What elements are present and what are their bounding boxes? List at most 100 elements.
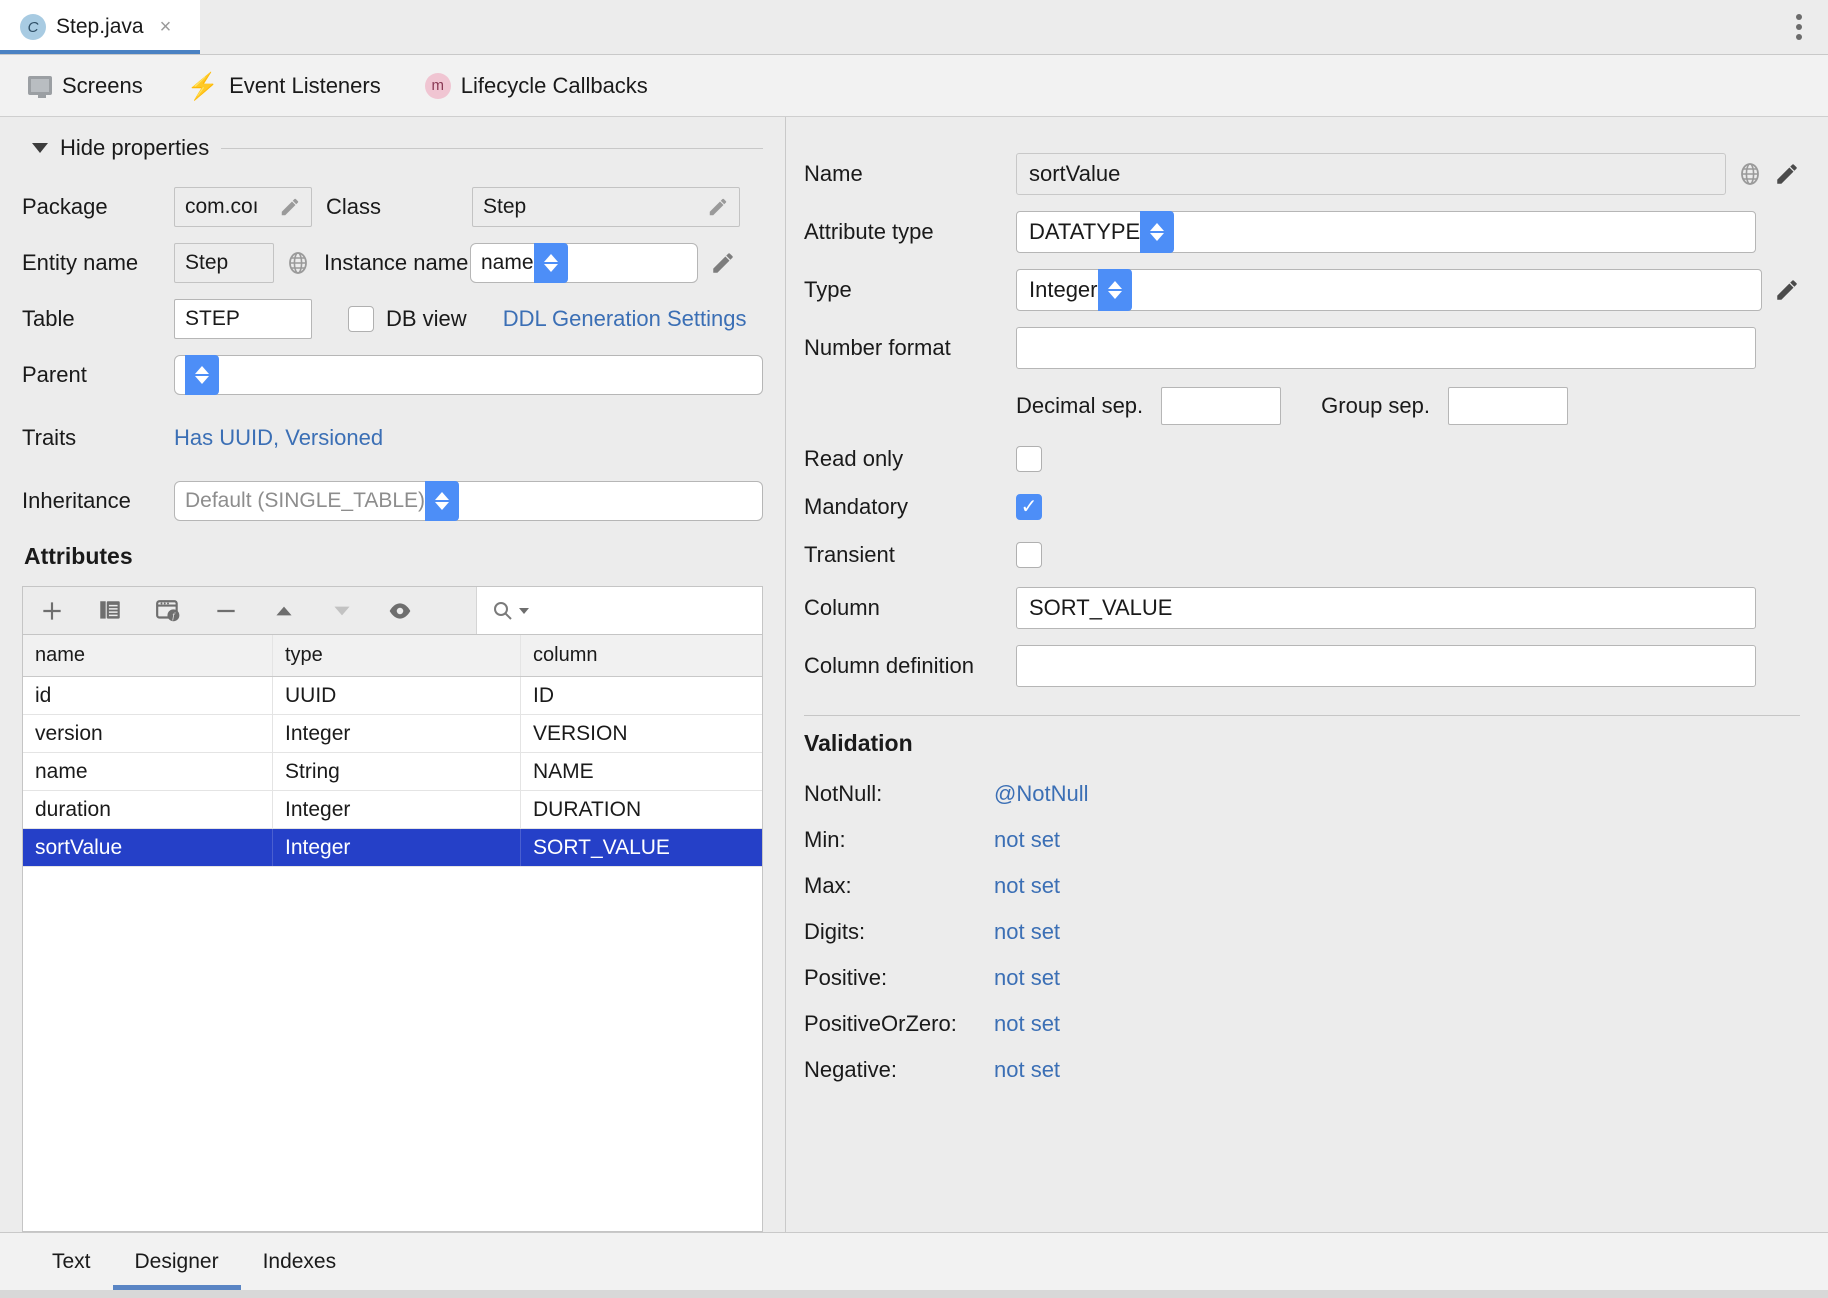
parent-field[interactable]: [174, 355, 763, 395]
remove-attribute-button[interactable]: [209, 594, 243, 628]
hide-properties-header[interactable]: Hide properties: [32, 135, 763, 161]
entity-name-field[interactable]: Step: [174, 243, 274, 283]
table-row[interactable]: duration Integer DURATION: [23, 791, 762, 829]
preview-button[interactable]: [383, 594, 417, 628]
column-definition-field[interactable]: [1016, 645, 1756, 687]
instance-name-label: Instance name: [310, 250, 470, 276]
inheritance-label: Inheritance: [22, 488, 174, 514]
type-field[interactable]: Integer: [1016, 269, 1762, 311]
positiveorzero-value[interactable]: not set: [994, 1011, 1060, 1037]
name-field[interactable]: sortValue: [1016, 153, 1726, 195]
cell-name: id: [23, 677, 273, 714]
more-vertical-icon[interactable]: [1788, 6, 1810, 48]
pencil-icon[interactable]: [1774, 161, 1800, 187]
close-icon[interactable]: ×: [160, 17, 172, 37]
move-down-button[interactable]: [325, 594, 359, 628]
package-label: Package: [22, 194, 174, 220]
db-view-checkbox[interactable]: [348, 306, 374, 332]
instance-name-spinner[interactable]: [534, 243, 568, 283]
row-number-format: Number format: [804, 319, 1800, 377]
toolbar-item-lifecycle-callbacks[interactable]: m Lifecycle Callbacks: [425, 73, 648, 99]
attributes-toolbar: f: [22, 586, 763, 634]
transient-checkbox[interactable]: [1016, 542, 1042, 568]
traits-value[interactable]: Has UUID, Versioned: [174, 425, 383, 451]
copy-attribute-button[interactable]: [93, 594, 127, 628]
row-type: Type Integer: [804, 261, 1800, 319]
validation-row-max: Max: not set: [804, 863, 1800, 909]
globe-icon[interactable]: [286, 251, 310, 275]
cell-type: Integer: [273, 715, 521, 752]
column-header-name[interactable]: name: [23, 635, 273, 676]
table-row[interactable]: name String NAME: [23, 753, 762, 791]
cell-type: String: [273, 753, 521, 790]
number-format-label: Number format: [804, 335, 1016, 361]
max-label: Max:: [804, 873, 994, 899]
tab-text[interactable]: Text: [30, 1233, 113, 1290]
table-field[interactable]: STEP: [174, 299, 312, 339]
pencil-icon[interactable]: [279, 196, 301, 218]
table-row-selected[interactable]: sortValue Integer SORT_VALUE: [23, 829, 762, 867]
column-header-column[interactable]: column: [521, 635, 762, 676]
generate-attribute-button[interactable]: f: [151, 594, 185, 628]
negative-value[interactable]: not set: [994, 1057, 1060, 1083]
tab-indexes[interactable]: Indexes: [241, 1233, 359, 1290]
min-value[interactable]: not set: [994, 827, 1060, 853]
inheritance-field[interactable]: Default (SINGLE_TABLE): [174, 481, 763, 521]
pencil-icon[interactable]: [1774, 277, 1800, 303]
move-up-button[interactable]: [267, 594, 301, 628]
decimal-sep-field[interactable]: [1161, 387, 1281, 425]
chevron-down-icon[interactable]: [518, 605, 530, 617]
search-icon: [491, 599, 515, 623]
package-field[interactable]: com.coı: [174, 187, 312, 227]
db-view-label: DB view: [386, 306, 467, 332]
toolbar-item-lifecycle-callbacks-label: Lifecycle Callbacks: [461, 73, 648, 99]
type-value: Integer: [1029, 277, 1098, 303]
group-sep-field[interactable]: [1448, 387, 1568, 425]
parent-spinner[interactable]: [185, 355, 219, 395]
digits-value[interactable]: not set: [994, 919, 1060, 945]
cell-column: ID: [521, 677, 762, 714]
screen-icon: [28, 76, 52, 95]
editor-tab-bar: C Step.java ×: [0, 0, 1828, 55]
table-label: Table: [22, 306, 174, 332]
pencil-icon[interactable]: [707, 196, 729, 218]
globe-icon[interactable]: [1738, 162, 1762, 186]
mandatory-checkbox[interactable]: ✓: [1016, 494, 1042, 520]
column-header-type[interactable]: type: [273, 635, 521, 676]
min-label: Min:: [804, 827, 994, 853]
ddl-generation-settings-link[interactable]: DDL Generation Settings: [503, 306, 747, 332]
attribute-type-field[interactable]: DATATYPE: [1016, 211, 1756, 253]
chevron-down-icon[interactable]: [32, 143, 48, 153]
attribute-type-spinner[interactable]: [1140, 211, 1174, 253]
table-row[interactable]: version Integer VERSION: [23, 715, 762, 753]
column-field[interactable]: SORT_VALUE: [1016, 587, 1756, 629]
max-value[interactable]: not set: [994, 873, 1060, 899]
row-table: Table STEP DB view DDL Generation Settin…: [22, 291, 763, 347]
tab-designer[interactable]: Designer: [113, 1233, 241, 1290]
type-spinner[interactable]: [1098, 269, 1132, 311]
toolbar-item-screens[interactable]: Screens: [28, 73, 143, 99]
notnull-value[interactable]: @NotNull: [994, 781, 1088, 807]
row-entity-instance: Entity name Step Instance name name: [22, 235, 763, 291]
tab-designer-label: Designer: [135, 1250, 219, 1274]
search-input[interactable]: [476, 587, 762, 634]
row-transient: Transient: [804, 531, 1800, 579]
attributes-panel: f: [22, 586, 763, 1232]
attribute-type-value: DATATYPE: [1029, 219, 1140, 245]
attributes-table[interactable]: name type column id UUID ID version Inte…: [22, 634, 763, 1232]
read-only-checkbox[interactable]: [1016, 446, 1042, 472]
positive-value[interactable]: not set: [994, 965, 1060, 991]
row-attribute-type: Attribute type DATATYPE: [804, 203, 1800, 261]
toolbar-item-event-listeners[interactable]: ⚡ Event Listeners: [187, 73, 381, 99]
class-field[interactable]: Step: [472, 187, 740, 227]
editor-mode-tabs: Text Designer Indexes: [0, 1232, 1828, 1290]
add-attribute-button[interactable]: [35, 594, 69, 628]
inheritance-spinner[interactable]: [425, 481, 459, 521]
editor-tab-step-java[interactable]: C Step.java ×: [0, 0, 200, 54]
status-bar: [0, 1290, 1828, 1298]
pencil-icon[interactable]: [710, 250, 736, 276]
number-format-field[interactable]: [1016, 327, 1756, 369]
designer-sub-toolbar: Screens ⚡ Event Listeners m Lifecycle Ca…: [0, 55, 1828, 117]
table-row[interactable]: id UUID ID: [23, 677, 762, 715]
instance-name-field[interactable]: name: [470, 243, 698, 283]
